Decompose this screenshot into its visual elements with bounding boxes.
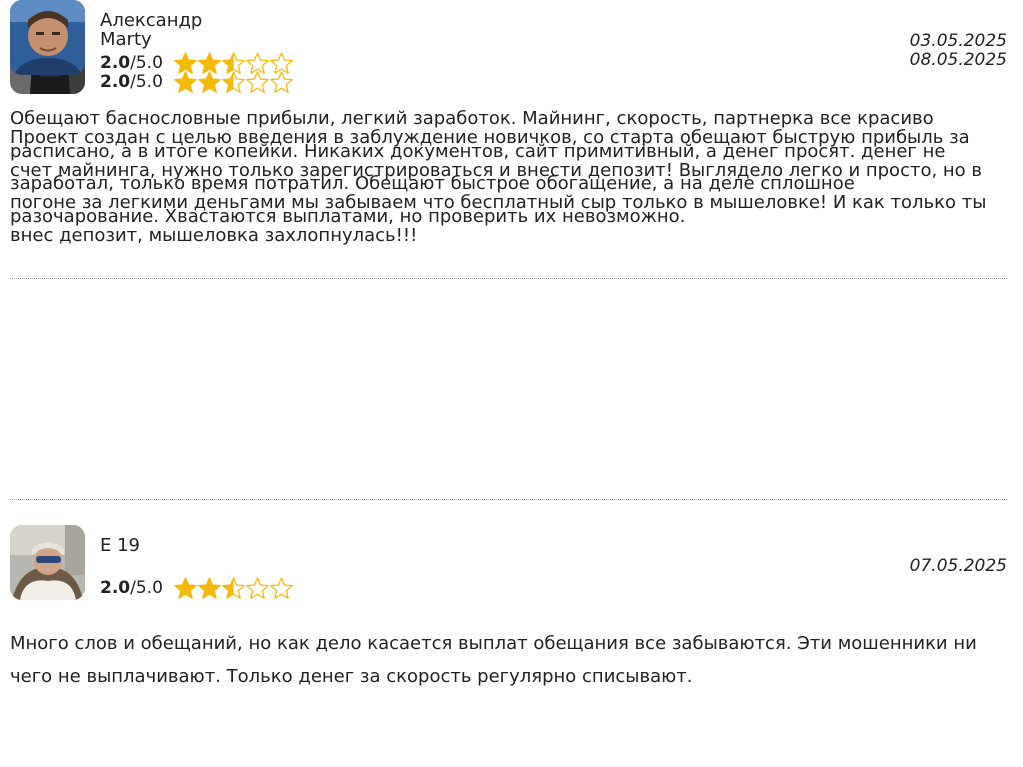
- review-text: Обещают баснословные прибыли, легкий зар…: [10, 108, 946, 227]
- star-filled-icon: [198, 577, 221, 599]
- rating-score: 2.0: [100, 53, 131, 73]
- star-empty-icon: [270, 577, 293, 599]
- review-item: Александр 2.0 /5.0 03.05.2025 Обещают ба…: [10, 0, 1007, 233]
- reviews-list: Marty 2.0 /5.0 08.05.2025 Проект создан …: [0, 0, 1023, 767]
- author-name: Александр: [100, 10, 203, 31]
- star-filled-icon: [198, 52, 221, 74]
- star-half-icon: [222, 52, 245, 74]
- rating-max: /5.0: [130, 578, 163, 598]
- review-header: Александр 2.0 /5.0 03.05.2025: [10, 0, 1007, 76]
- review-date: 07.05.2025: [909, 556, 1007, 576]
- star-empty-icon: [246, 52, 269, 74]
- star-filled-icon: [174, 577, 197, 599]
- rating-stars: [173, 51, 293, 75]
- rating: 2.0 /5.0: [100, 50, 293, 76]
- star-empty-icon: [270, 52, 293, 74]
- star-empty-icon: [246, 577, 269, 599]
- avatar-photo: [10, 525, 85, 600]
- rating: 2.0 /5.0: [100, 575, 293, 601]
- star-half-icon: [222, 577, 245, 599]
- review-text: Много слов и обещаний, но как дело касае…: [10, 633, 977, 687]
- review-divider: [10, 499, 1007, 500]
- rating-stars: [173, 576, 293, 600]
- avatar: [10, 525, 85, 600]
- avatar: [10, 0, 85, 75]
- rating-max: /5.0: [130, 53, 163, 73]
- star-filled-icon: [174, 52, 197, 74]
- review-item: E 19 2.0 /5.0 07.05.2025 Много слов и об…: [10, 525, 1007, 693]
- review-date: 03.05.2025: [909, 31, 1007, 51]
- rating-score: 2.0: [100, 578, 131, 598]
- review-header: E 19 2.0 /5.0 07.05.2025: [10, 525, 1007, 601]
- review-divider: [10, 278, 1007, 279]
- author-name: E 19: [100, 535, 140, 556]
- avatar-photo: [10, 0, 85, 75]
